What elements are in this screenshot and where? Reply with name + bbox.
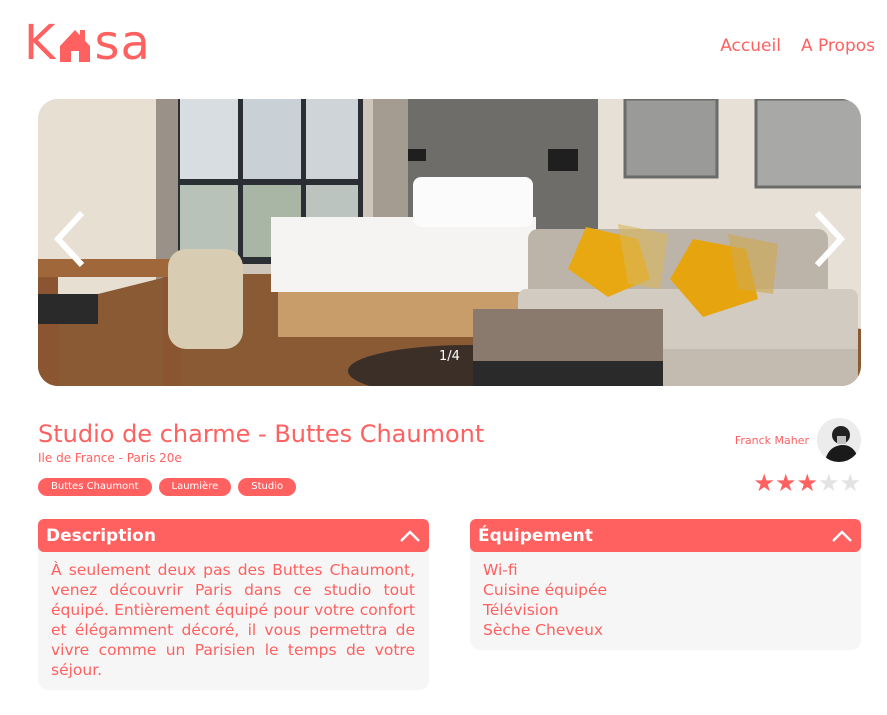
rating-stars: ★ ★ ★ ★ ★ — [753, 470, 861, 496]
host-info: Franck Maher — [735, 418, 861, 462]
avatar — [817, 418, 861, 462]
star-empty-icon: ★ — [817, 469, 840, 497]
image-carousel: 1/4 — [38, 99, 861, 386]
description-panel: Description À seulement deux pas des But… — [38, 519, 429, 690]
equipment-toggle[interactable]: Équipement — [470, 519, 861, 552]
logo-letters-sa: sa — [94, 15, 151, 71]
logo[interactable]: K sa — [24, 18, 151, 68]
logo-letter-k: K — [24, 15, 57, 71]
list-item: Télévision — [483, 601, 559, 619]
equipment-title: Équipement — [478, 525, 593, 546]
host-name: Franck Maher — [734, 433, 809, 447]
chevron-right-icon[interactable] — [809, 209, 849, 269]
chevron-left-icon[interactable] — [50, 209, 90, 269]
tag: Studio — [238, 478, 297, 496]
main-nav: Accueil A Propos — [720, 36, 875, 56]
equipment-panel: Équipement Wi-fi Cuisine équipée Télévis… — [470, 519, 861, 650]
description-toggle[interactable]: Description — [38, 519, 429, 552]
tag: Buttes Chaumont — [38, 478, 152, 496]
equipment-list: Wi-fi Cuisine équipée Télévision Sèche C… — [483, 560, 847, 640]
listing-title: Studio de charme - Buttes Chaumont — [38, 420, 485, 448]
star-filled-icon: ★ — [796, 469, 818, 497]
tag: Laumière — [158, 478, 232, 496]
room-photo — [38, 99, 861, 386]
list-item: Sèche Cheveux — [483, 621, 604, 639]
list-item: Wi-fi — [483, 561, 518, 579]
chevron-up-icon[interactable] — [831, 529, 853, 543]
list-item: Cuisine équipée — [483, 581, 608, 599]
listing-location: Ile de France - Paris 20e — [38, 451, 182, 465]
tag-list: Buttes Chaumont Laumière Studio — [38, 478, 297, 496]
star-filled-icon: ★ — [774, 469, 797, 497]
star-filled-icon: ★ — [753, 469, 775, 497]
description-title: Description — [46, 525, 156, 546]
equipment-body: Wi-fi Cuisine équipée Télévision Sèche C… — [470, 546, 861, 650]
description-text: À seulement deux pas des Buttes Chaumont… — [51, 561, 415, 679]
house-icon — [60, 30, 91, 62]
chevron-up-icon[interactable] — [399, 529, 421, 543]
star-empty-icon: ★ — [839, 469, 861, 497]
description-body: À seulement deux pas des Buttes Chaumont… — [38, 546, 429, 690]
carousel-counter: 1/4 — [439, 349, 460, 364]
nav-link-a-propos[interactable]: A Propos — [801, 36, 875, 56]
nav-link-accueil[interactable]: Accueil — [720, 36, 781, 56]
